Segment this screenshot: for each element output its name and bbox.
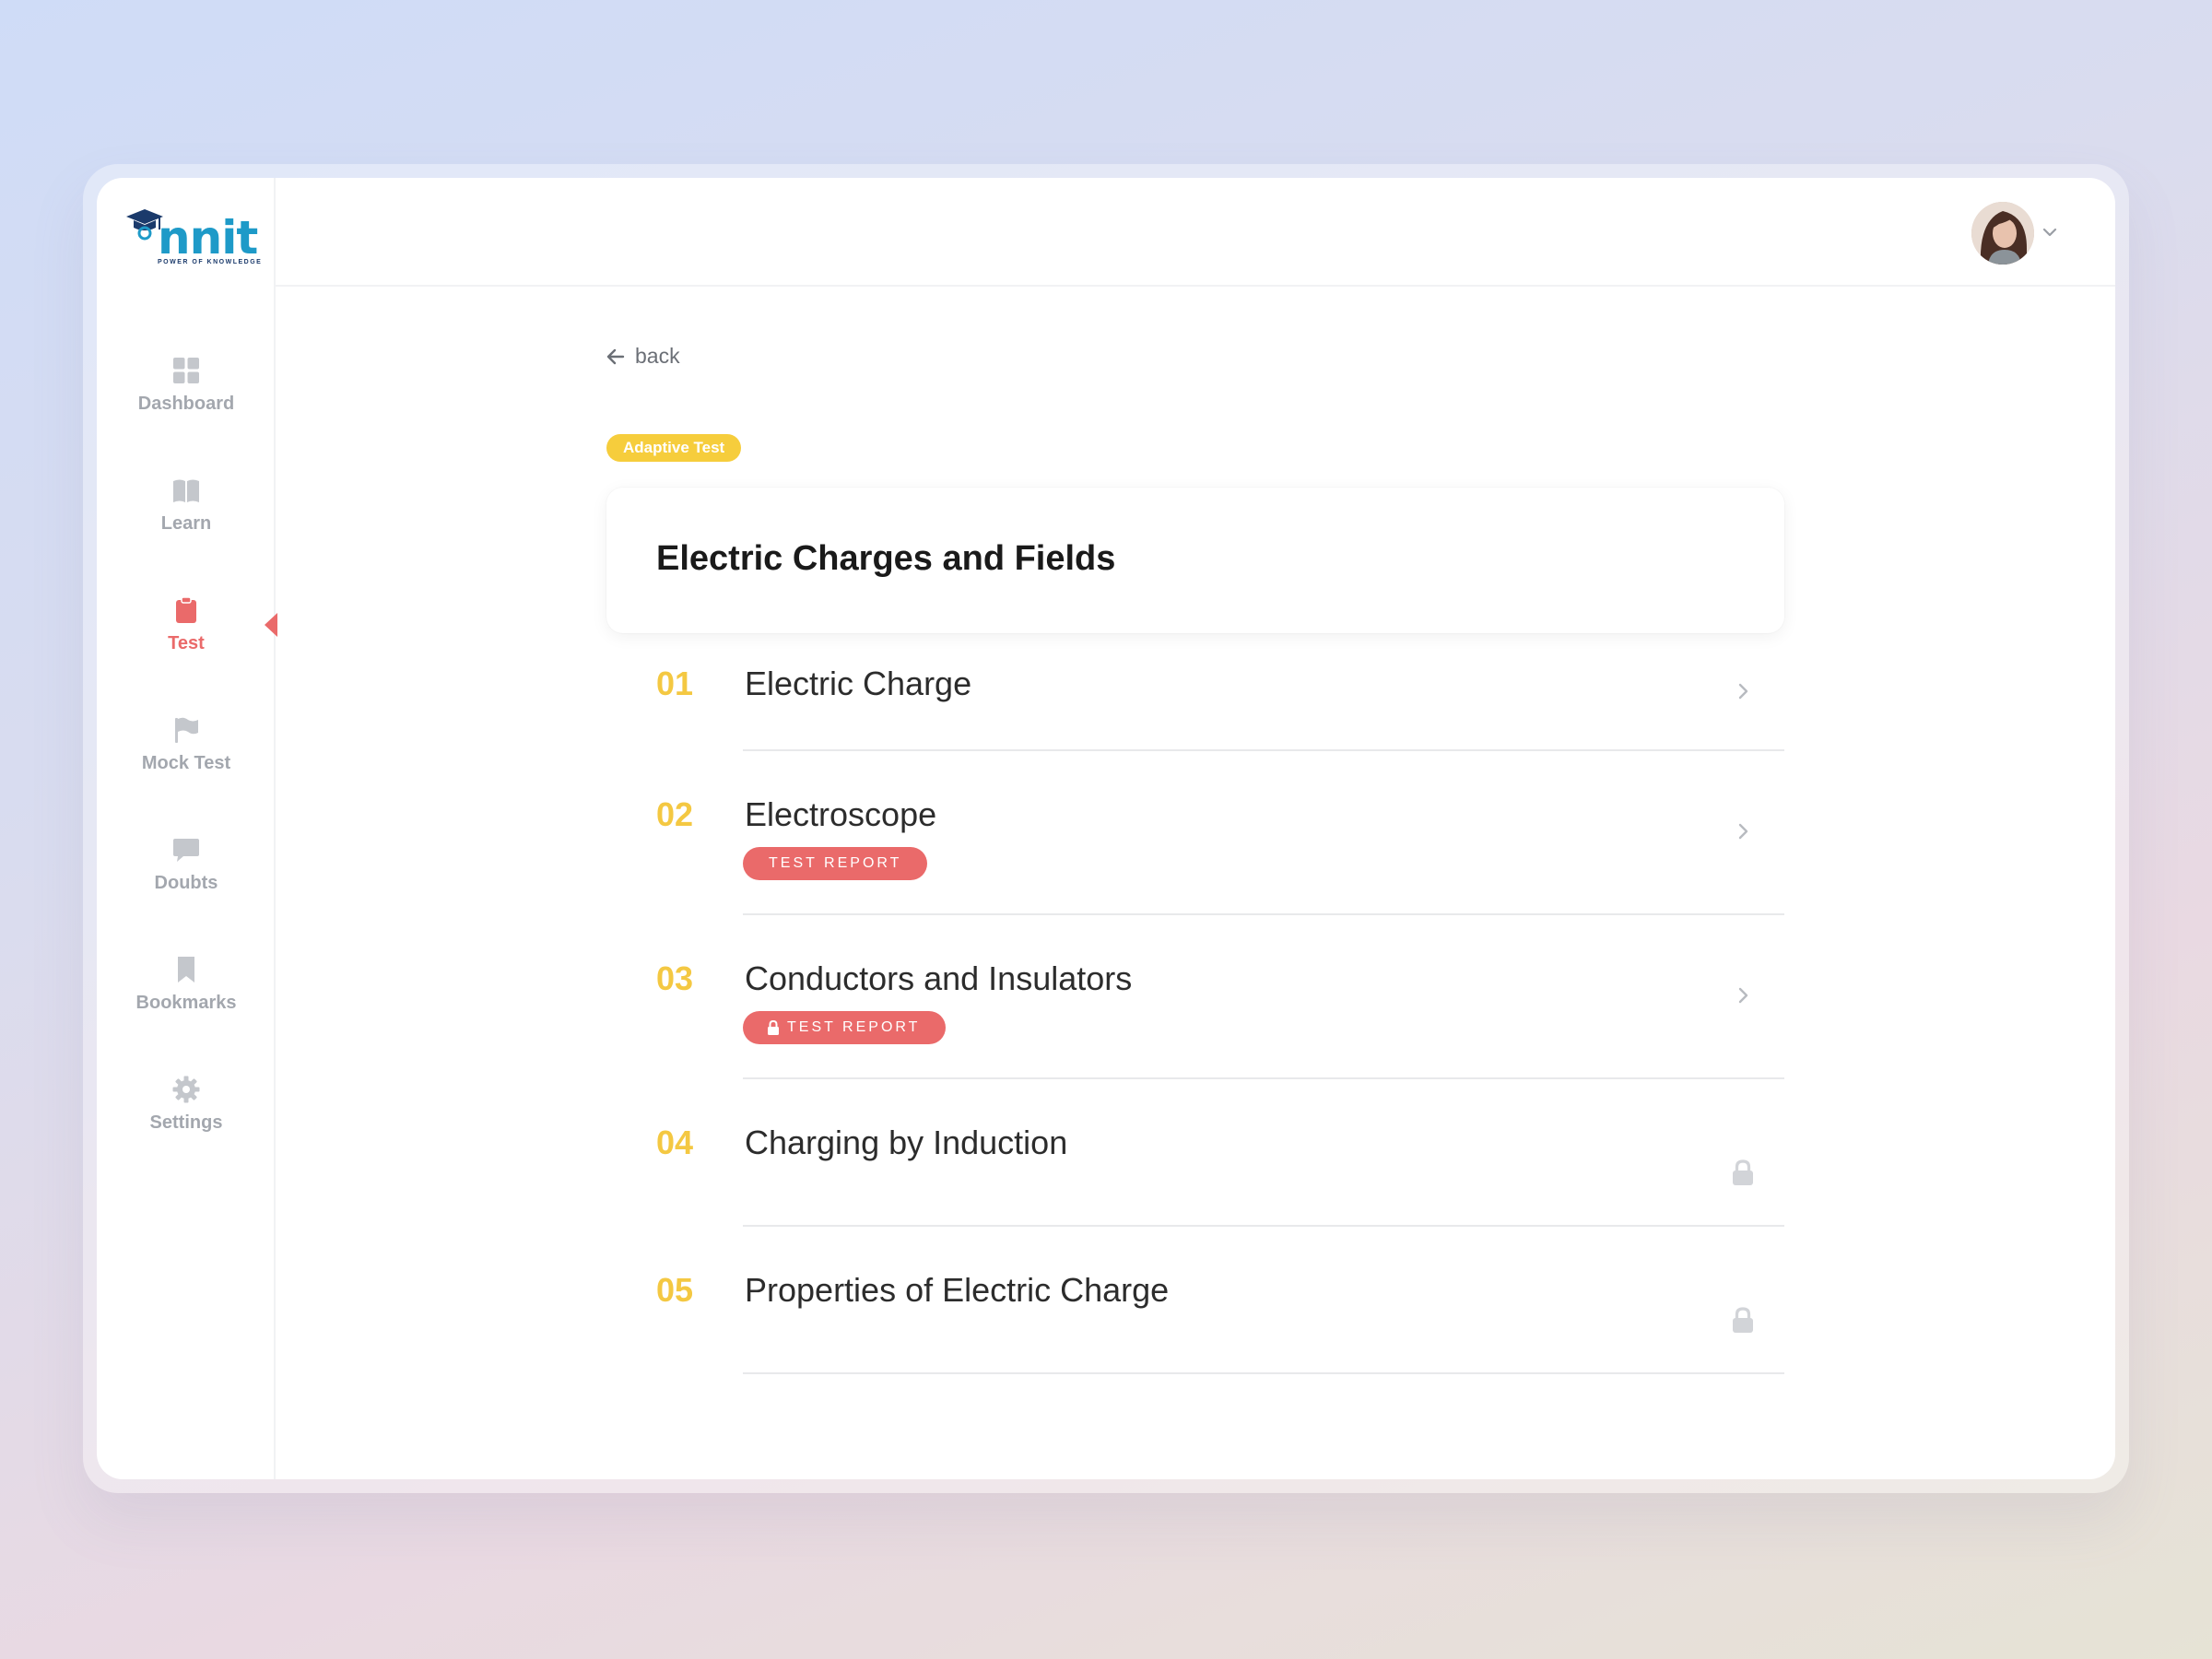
topic-row-charging-by-induction[interactable]: 04 Charging by Induction	[606, 1079, 1784, 1227]
chevron-right-icon	[1738, 987, 1748, 1004]
arrow-left-icon	[606, 348, 625, 364]
lock-icon	[1733, 1307, 1753, 1333]
chevron-right-icon	[1738, 683, 1748, 700]
topic-name: Properties of Electric Charge	[745, 1271, 1170, 1309]
chapter-card: Electric Charges and Fields	[606, 488, 1784, 633]
topic-row-properties-of-electric-charge[interactable]: 05 Properties of Electric Charge	[606, 1227, 1784, 1374]
topic-row-conductors-and-insulators[interactable]: 03 Conductors and Insulators TEST REPORT	[606, 915, 1784, 1079]
page-title: Electric Charges and Fields	[656, 539, 1116, 578]
back-link[interactable]: back	[606, 344, 680, 369]
main-content: back Adaptive Test Electric Charges and …	[97, 178, 2115, 1479]
test-report-button[interactable]: TEST REPORT	[743, 847, 928, 880]
topic-name: Conductors and Insulators	[745, 959, 1133, 997]
topic-name: Charging by Induction	[745, 1124, 1068, 1161]
topic-number: 05	[656, 1271, 694, 1309]
back-label: back	[635, 344, 680, 368]
lock-icon	[768, 1020, 779, 1035]
topic-name: Electroscope	[745, 795, 937, 833]
topic-number: 03	[656, 959, 694, 997]
divider	[743, 1372, 1784, 1374]
badge-label: TEST REPORT	[787, 1019, 921, 1035]
badge-label: TEST REPORT	[769, 855, 902, 871]
app-window: ​nnit POWER OF KNOWLEDGE Dashboard Le	[97, 178, 2115, 1479]
topic-list: 01 Electric Charge 02 Electroscope TEST …	[606, 633, 1784, 1374]
topic-row-electroscope[interactable]: 02 Electroscope TEST REPORT	[606, 751, 1784, 915]
topic-number: 02	[656, 795, 694, 833]
chevron-right-icon	[1738, 823, 1748, 840]
topic-name: Electric Charge	[745, 665, 972, 702]
topic-row-electric-charge[interactable]: 01 Electric Charge	[606, 633, 1784, 751]
test-type-tag: Adaptive Test	[606, 434, 742, 462]
topic-number: 04	[656, 1124, 694, 1161]
lock-icon	[1733, 1159, 1753, 1185]
topic-number: 01	[656, 665, 694, 702]
test-report-button-locked[interactable]: TEST REPORT	[743, 1011, 947, 1044]
